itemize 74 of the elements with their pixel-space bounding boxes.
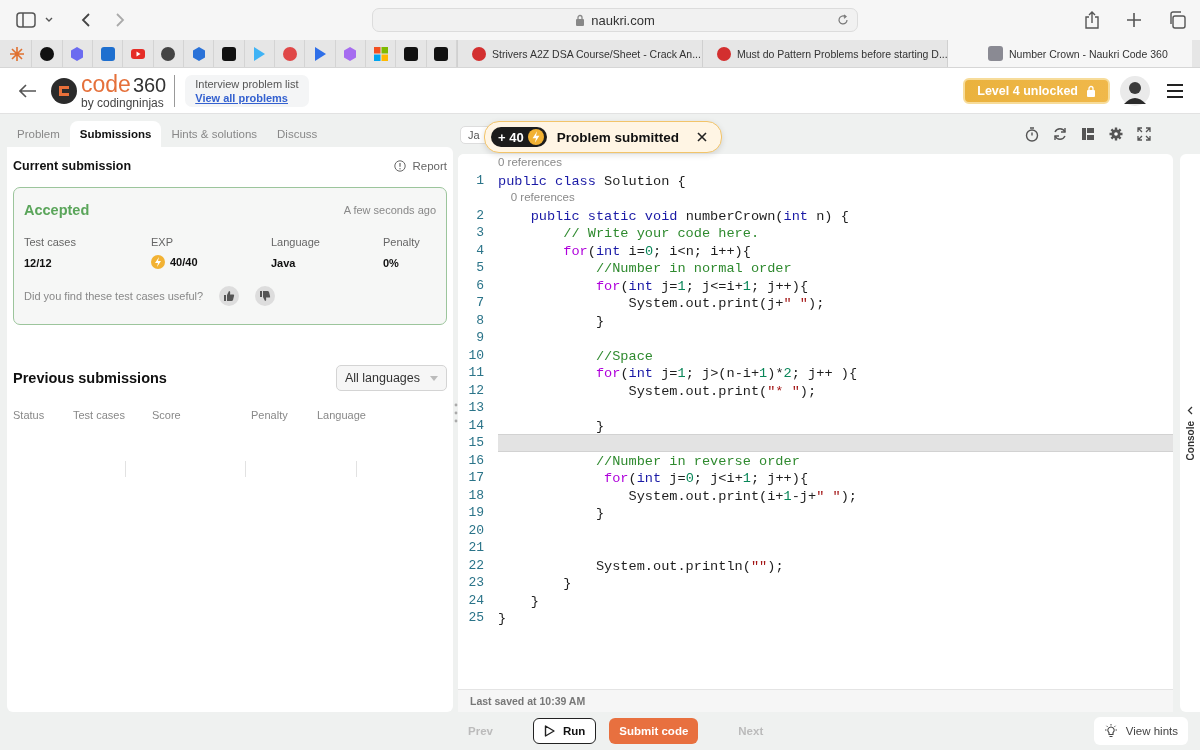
points-badge: + 40 <box>491 127 547 147</box>
console-label: Console <box>1184 420 1196 461</box>
code-line: } <box>529 592 539 608</box>
logo-number: 360 <box>132 73 167 96</box>
feedback-question: Did you find these test cases useful? <box>24 290 204 302</box>
section-title: Previous submissions <box>13 370 167 386</box>
line-number: 3 <box>476 225 484 240</box>
stat-label: EXP <box>151 236 174 248</box>
stat-value: Java <box>271 257 297 269</box>
references-hint: 0 references <box>509 190 575 205</box>
line-number: 22 <box>468 557 484 573</box>
references-hint: 0 references <box>498 155 562 170</box>
line-number: 23 <box>468 575 484 590</box>
code-line: public static void numberCrown(int n) { <box>529 207 849 223</box>
code-line: } <box>594 312 605 328</box>
line-number: 6 <box>476 277 484 293</box>
stat-label: Test cases <box>24 236 77 248</box>
code-line: //Number in reverse order <box>594 452 800 468</box>
line-number: 4 <box>476 242 484 258</box>
code-line: System.out.print(j+" "); <box>627 295 825 311</box>
code-line: for(int i=0; i<n; i++){ <box>562 242 751 258</box>
breadcrumb-label: Interview problem list <box>195 77 299 90</box>
line-number: 10 <box>468 347 484 363</box>
line-number: 13 <box>468 400 484 415</box>
line-number: 14 <box>468 417 484 433</box>
code-line: // Write your code here. <box>562 225 760 241</box>
code-line: System.out.println(""); <box>594 557 784 573</box>
code-line: } <box>498 610 507 626</box>
line-number: 19 <box>468 505 484 520</box>
line-number: 1 <box>476 172 484 188</box>
last-saved-text: Last saved at 10:39 AM <box>470 695 586 707</box>
line-number: 11 <box>468 365 484 380</box>
code-line: System.out.print("* "); <box>627 382 817 398</box>
column-header: Status <box>13 409 46 421</box>
timestamp: A few seconds ago <box>343 204 436 216</box>
line-number: 5 <box>476 260 484 275</box>
code-line: public class Solution { <box>498 172 686 188</box>
stat-label: Penalty <box>383 236 421 248</box>
line-number: 7 <box>476 295 484 310</box>
stat-value: 12/12 <box>24 257 53 269</box>
code-line: } <box>594 417 605 433</box>
code-line: for(int j=0; j<i+1; j++){ <box>603 470 809 486</box>
logo-tagline: by codingninjas <box>81 96 165 109</box>
line-number: 25 <box>468 610 484 625</box>
code-line: //Number in normal order <box>594 260 792 276</box>
code-line: for(int j=1; j<=i+1; j++){ <box>594 277 809 293</box>
code-line: } <box>594 505 605 521</box>
section-title: Current submission <box>13 159 132 173</box>
line-number: 20 <box>468 522 484 538</box>
line-number: 18 <box>468 487 484 503</box>
address-text: naukri.com <box>591 12 655 28</box>
toast-message: Problem submitted <box>556 129 679 145</box>
code-line: //Space <box>594 347 653 363</box>
stat-value: 40/40 <box>170 256 198 268</box>
line-number: 9 <box>476 330 484 345</box>
line-number: 16 <box>468 452 484 468</box>
line-number: 15 <box>468 435 484 450</box>
stat-value: 0% <box>383 257 400 269</box>
line-number: 21 <box>468 540 484 555</box>
column-header: Test cases <box>73 409 126 421</box>
column-header: Language <box>317 409 366 421</box>
stat-label: Language <box>271 236 321 248</box>
logo-word: code <box>81 70 131 97</box>
code-line: System.out.print(i+1-j+" "); <box>627 487 857 503</box>
column-header: Score <box>152 409 182 421</box>
status-text: Accepted <box>24 202 90 218</box>
code-line: } <box>562 575 572 591</box>
code-line: for(int j=1; j>(n-i+1)*2; j++ ){ <box>594 365 858 381</box>
column-header: Penalty <box>251 409 289 421</box>
line-number: 24 <box>468 592 484 608</box>
line-number: 2 <box>476 207 484 223</box>
line-number: 17 <box>468 470 484 485</box>
line-number: 8 <box>476 312 484 328</box>
line-number: 12 <box>468 382 484 398</box>
